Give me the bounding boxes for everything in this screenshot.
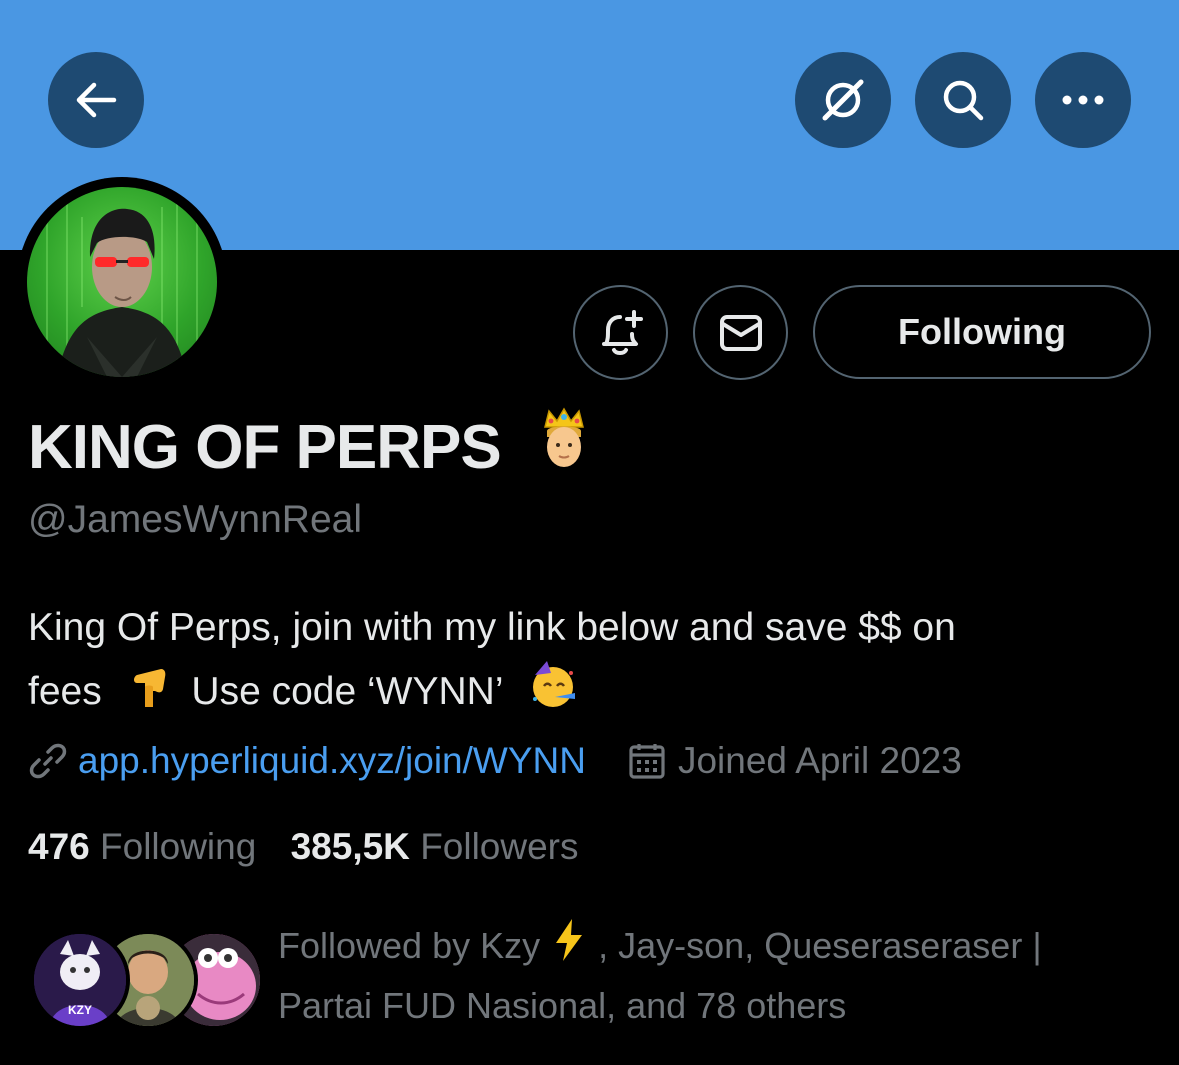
grok-icon bbox=[822, 79, 864, 121]
link-icon bbox=[29, 743, 67, 779]
followed-by-part-3: Partai FUD Nasional, and 78 others bbox=[278, 985, 847, 1027]
envelope-icon bbox=[719, 314, 762, 351]
bio-line-2: fees Use code ‘WYNN’ bbox=[28, 659, 1148, 728]
search-button[interactable] bbox=[915, 52, 1011, 148]
bio-line-1: King Of Perps, join with my link below a… bbox=[28, 606, 956, 649]
profile-avatar[interactable] bbox=[17, 177, 227, 387]
follower-avatar-1: KZY bbox=[30, 930, 130, 1030]
followers-count: 385,5K bbox=[290, 826, 410, 867]
avatar-image bbox=[27, 187, 217, 377]
display-name: KING OF PERPS bbox=[28, 407, 589, 490]
search-icon bbox=[943, 80, 984, 121]
followed-by-part-2: , Jay-son, Queseraseraser | bbox=[598, 925, 1042, 966]
bio-fees: fees bbox=[28, 669, 102, 713]
notifications-button[interactable] bbox=[573, 285, 668, 380]
lightning-emoji bbox=[554, 919, 584, 977]
calendar-icon bbox=[629, 744, 665, 779]
followers-stat[interactable]: 385,5K Followers bbox=[291, 826, 579, 867]
message-button[interactable] bbox=[693, 285, 788, 380]
partying-face-emoji bbox=[527, 659, 581, 728]
following-stat[interactable]: 476 Following bbox=[28, 826, 267, 867]
profile-handle: @JamesWynnReal bbox=[28, 498, 363, 541]
point-down-emoji bbox=[131, 661, 167, 726]
follower-avatar-1-label: KZY bbox=[68, 1003, 92, 1017]
followed-by-text[interactable]: Followed by Kzy , Jay-son, Queseraserase… bbox=[278, 917, 1158, 1034]
profile-stats: 476 Following 385,5K Followers bbox=[28, 826, 579, 868]
following-button-label: Following bbox=[898, 311, 1066, 352]
followers-label: Followers bbox=[420, 826, 579, 867]
joined-date: Joined April 2023 bbox=[677, 740, 962, 781]
bell-plus-icon bbox=[601, 309, 643, 355]
back-button[interactable] bbox=[48, 52, 144, 148]
grok-button[interactable] bbox=[795, 52, 891, 148]
crown-person-emoji bbox=[539, 407, 589, 484]
profile-meta: app.hyperliquid.xyz/join/WYNN Joined Apr… bbox=[28, 740, 962, 782]
following-button[interactable]: Following bbox=[813, 285, 1151, 379]
profile-bio: King Of Perps, join with my link below a… bbox=[28, 597, 1148, 728]
following-count: 476 bbox=[28, 826, 90, 867]
more-button[interactable] bbox=[1035, 52, 1131, 148]
arrow-left-icon bbox=[76, 82, 117, 118]
followed-by-part-1: Followed by Kzy bbox=[278, 925, 541, 966]
display-name-text: KING OF PERPS bbox=[28, 413, 502, 482]
website-link[interactable]: app.hyperliquid.xyz/join/WYNN bbox=[78, 740, 586, 782]
bio-use-code: Use code ‘WYNN’ bbox=[191, 669, 503, 713]
more-dots-icon bbox=[1062, 95, 1104, 105]
following-label: Following bbox=[100, 826, 257, 867]
